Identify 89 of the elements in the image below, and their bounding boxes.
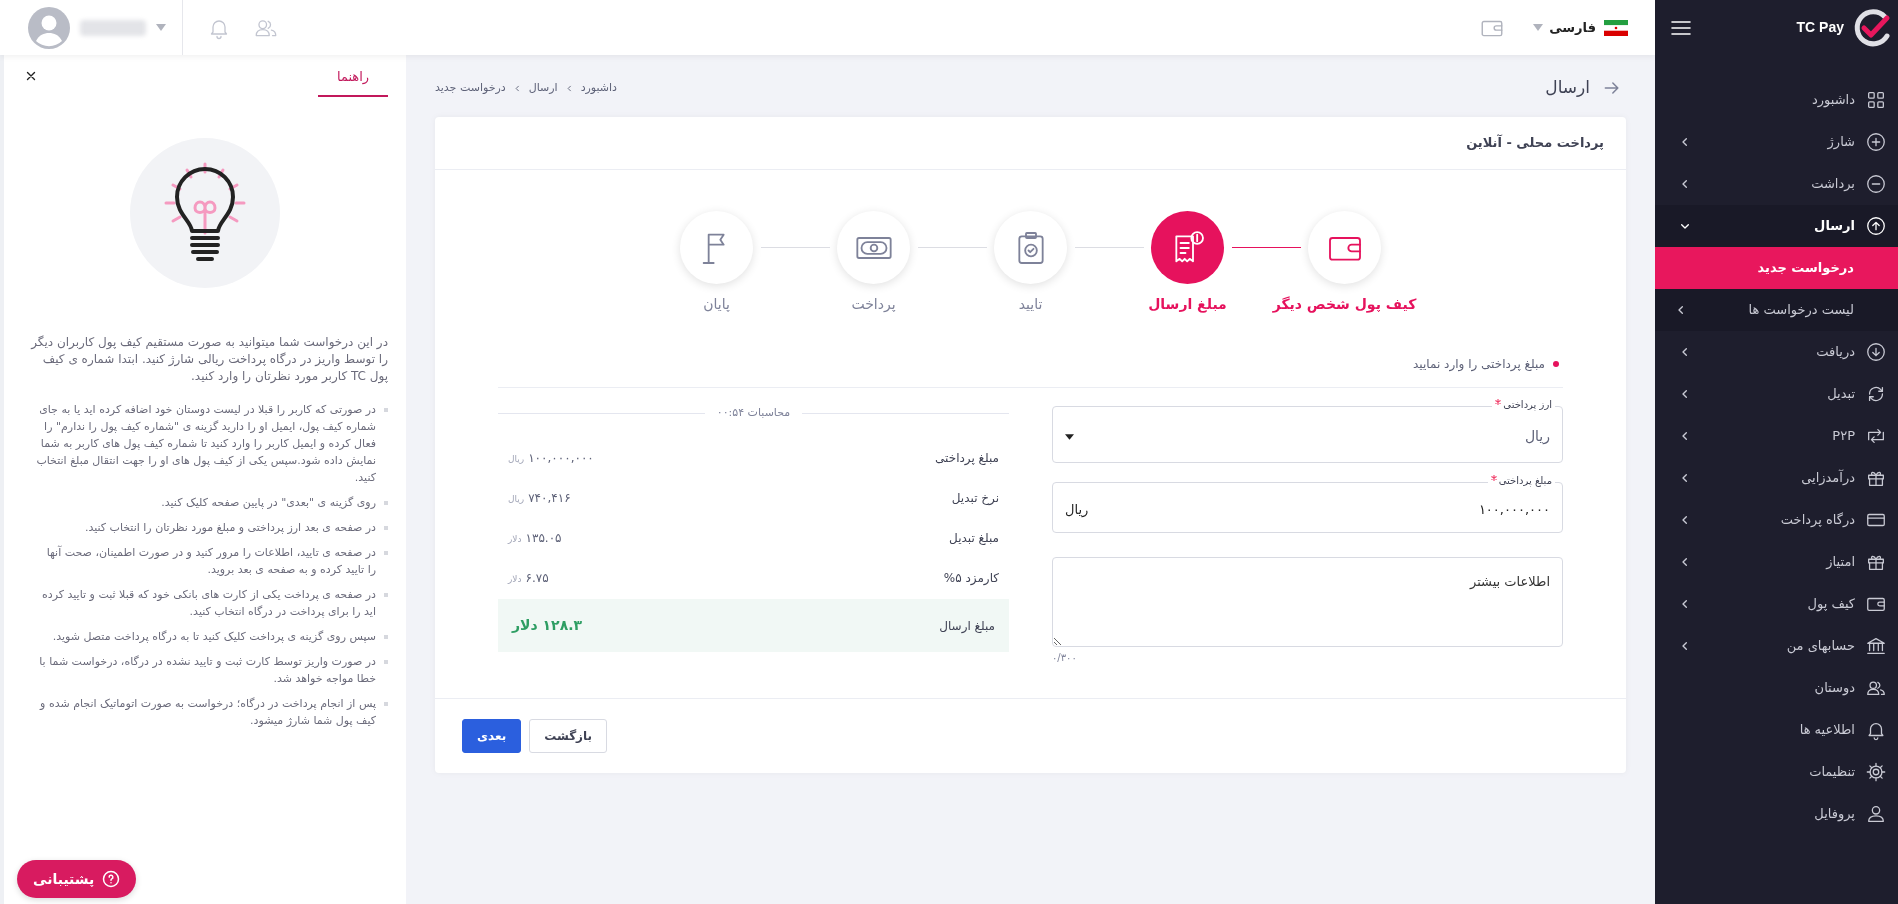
sidebar-item[interactable]: کیف پول	[1655, 583, 1898, 625]
redacted-name	[80, 19, 146, 36]
card-title: پرداخت محلی - آنلاین	[1466, 133, 1604, 153]
back-button[interactable]: بازگشت	[529, 719, 608, 753]
arrow-up-circle-icon	[1865, 215, 1887, 237]
notes-field[interactable]: اطلاعات بیشتر	[1052, 557, 1563, 647]
summary-value: ۱۰۰,۰۰۰,۰۰۰	[528, 450, 594, 467]
avatar-icon	[28, 6, 70, 49]
grid-icon	[1865, 89, 1887, 111]
step-label: پرداخت	[851, 295, 896, 314]
currency-unit: ریال	[1065, 500, 1089, 519]
summary-value: ۷۴۰,۴۱۶	[528, 490, 571, 507]
help-step: در صفحه ی بعد ارز پرداختی و مبلغ مورد نظرتان را انتخاب کنید.	[84, 519, 376, 536]
language-selector[interactable]: فارسی	[1533, 17, 1596, 38]
total-label: مبلغ ارسال	[939, 617, 995, 635]
caret-icon	[1065, 433, 1074, 440]
summary-value: ۱۳۵.۰۵	[525, 530, 562, 547]
sidebar-item[interactable]: تنظیمات	[1655, 751, 1898, 793]
step-label: تایید	[1018, 295, 1043, 314]
support-button[interactable]: پشتیبانی	[17, 860, 137, 898]
unit-label: دلار	[508, 533, 522, 546]
character-counter: ۰/۳۰۰	[1052, 651, 1078, 665]
sidebar-item[interactable]: حسابهای من	[1655, 625, 1898, 667]
help-step: در صورت واریز توسط کارت ثبت و تایید نشده در درگاه، درخواست شما با خطا مواجه خواهد شد.	[36, 653, 376, 687]
logo-icon	[1852, 7, 1892, 48]
bullet-icon	[384, 501, 388, 505]
sidebar-item[interactable]: داشبورد	[1655, 79, 1898, 121]
bullet-icon	[384, 408, 388, 412]
summary-label: مبلغ پرداختی	[935, 450, 999, 467]
sidebar-item[interactable]: تبدیل	[1655, 373, 1898, 415]
brand-name: TC Pay	[1796, 18, 1844, 37]
unit-label: ریال	[508, 453, 525, 466]
unit-label: ریال	[508, 493, 525, 506]
summary-label: کارمزد ۵%	[943, 570, 999, 587]
summary-label: نرخ تبدیل	[951, 490, 999, 507]
step-label: مبلغ ارسال	[1148, 295, 1227, 315]
help-step: در صورتی که کاربر را قبلا در لیست دوستان خود اضافه کرده اید یا به جای شماره کیف پول، ایمیل او را دارید گزینه ی "شماره کیف پول را ندارم" را فعال کرده و ایمیل کاربر را وارد کنید تا شماره کیف پول های کاربر به شما نمایش داده شود.سپس یکی از کیف پول های او را جهت انتقال مبلغ انتخاب کنید.	[36, 401, 376, 486]
bullet-icon	[384, 660, 388, 664]
caret-icon	[1533, 23, 1544, 32]
breadcrumb-link[interactable]: ارسال	[528, 79, 558, 97]
summary-value: ۶.۷۵	[525, 570, 549, 587]
bullet-icon	[384, 635, 388, 639]
sidebar-item[interactable]: اطلاعیه ها	[1655, 709, 1898, 751]
help-intro: در این درخواست شما میتوانید به صورت مستقیم کیف پول کاربران دیگر را توسط واریز در درگاه پرداخت ریالی شارژ کنید. ابتدا شماره ی کیف پول TC کاربر مورد نظرتان را وارد کنید.	[29, 334, 388, 385]
bullet-icon	[384, 593, 388, 597]
sidebar-item[interactable]: ارسال	[1655, 205, 1898, 247]
sidebar-item[interactable]: دوستان	[1655, 667, 1898, 709]
step-label: پایان	[703, 295, 730, 314]
breadcrumb-link[interactable]: درخواست جدید	[435, 79, 506, 97]
step-label: کیف پول شخص دیگر	[1272, 295, 1417, 315]
page-title: ارسال	[1545, 76, 1590, 100]
breadcrumb-link[interactable]: داشبورد	[580, 79, 617, 97]
bullet-icon	[384, 702, 388, 706]
help-step: سپس روی گزینه ی پرداخت کلیک کنید تا به درگاه پرداخت متصل شوید.	[52, 628, 376, 645]
bank-icon	[1865, 635, 1887, 657]
sidebar-item[interactable]: درگاه پرداخت	[1655, 499, 1898, 541]
help-circle-icon	[102, 870, 121, 888]
sidebar-item[interactable]: پروفایل	[1655, 793, 1898, 835]
bullet-dot-icon	[1553, 361, 1559, 367]
sidebar-subitem[interactable]: لیست درخواست ها	[1655, 289, 1898, 331]
sidebar-item[interactable]: برداشت	[1655, 163, 1898, 205]
sidebar-subitem[interactable]: درخواست جدید	[1655, 247, 1898, 289]
next-button[interactable]: بعدی	[462, 719, 522, 753]
close-icon	[24, 69, 38, 83]
help-step: در صفحه ی پرداخت یکی از کارت های بانکی خود که قبلا ثبت و تایید کرده اید را برای پرداخت در درگاه انتخاب کنید.	[36, 586, 376, 620]
bullet-icon	[384, 551, 388, 555]
help-step: در صفحه ی تایید، اطلاعات را مرور کنید و در صورت اطمینان، صحت آنها را تایید کرده و به صفحه ی بعد بروید.	[36, 544, 376, 578]
iran-flag-icon	[1604, 19, 1628, 36]
help-step: روی گزینه ی "بعدی" در پایین صفحه کلیک کنید.	[161, 494, 376, 511]
settings-icon	[1865, 761, 1887, 783]
total-value: ۱۲۸.۳ دلار	[512, 616, 583, 635]
caret-icon	[156, 23, 166, 32]
user-icon	[1865, 803, 1887, 825]
sidebar-item[interactable]: امتیاز	[1655, 541, 1898, 583]
section-label: مبلغ پرداختی را وارد نمایید	[1413, 356, 1545, 373]
plus-circle-icon	[1865, 131, 1887, 153]
unit-label: دلار	[508, 573, 522, 586]
minus-circle-icon	[1865, 173, 1887, 195]
sidebar-item[interactable]: P۲P	[1655, 415, 1898, 457]
help-step: پس از انجام پرداخت در درگاه؛ درخواست به صورت اتوماتیک انجام شده و کیف پول شما شارژ میشود.	[36, 695, 376, 729]
sidebar-item[interactable]: دریافت	[1655, 331, 1898, 373]
help-tab[interactable]: راهنما	[318, 55, 388, 97]
summary-title: محاسبات ۰۰:۵۴	[716, 404, 791, 421]
sidebar-item[interactable]: درآمدزایی	[1655, 457, 1898, 499]
summary-label: مبلغ تبدیل	[949, 530, 999, 547]
close-button[interactable]	[24, 69, 38, 83]
sidebar-item[interactable]: شارژ	[1655, 121, 1898, 163]
bullet-icon	[384, 526, 388, 530]
arrow-down-circle-icon	[1865, 341, 1887, 363]
